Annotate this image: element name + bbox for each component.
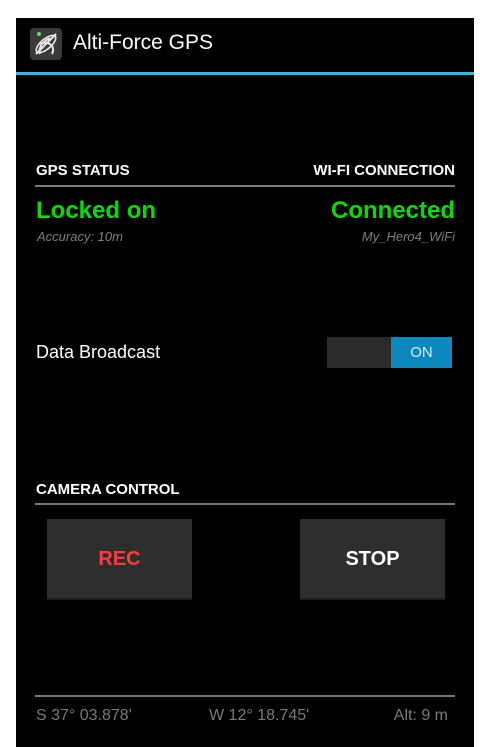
altitude-readout: Alt: 9 m xyxy=(393,707,448,724)
rec-button[interactable]: REC xyxy=(47,519,192,600)
left-edge xyxy=(16,0,22,747)
gps-status-value: Locked on xyxy=(36,197,157,224)
satellite-icon[interactable] xyxy=(30,28,62,60)
camera-divider xyxy=(35,503,455,505)
action-bar: Alti-Force GPS xyxy=(16,18,476,75)
camera-control-header: CAMERA CONTROL xyxy=(36,481,180,498)
right-margin xyxy=(474,0,480,747)
toggle-state-text: ON xyxy=(410,344,433,361)
status-divider xyxy=(35,185,455,187)
footer-divider xyxy=(35,695,455,697)
wifi-connection-header: WI-FI CONNECTION xyxy=(313,162,455,179)
action-bar-divider xyxy=(16,72,476,75)
gps-accuracy: Accuracy: 10m xyxy=(37,229,123,244)
latitude-readout: S 37° 03.878' xyxy=(36,707,132,724)
longitude-readout: W 12° 18.745' xyxy=(209,707,310,724)
data-broadcast-toggle[interactable]: ON xyxy=(327,337,452,368)
wifi-status-value: Connected xyxy=(330,197,455,224)
app-screen: Alti-Force GPS GPS STATUS WI-FI CONNECTI… xyxy=(16,0,476,747)
stop-button[interactable]: STOP xyxy=(300,519,445,600)
app-title: Alti-Force GPS xyxy=(73,31,214,54)
top-margin xyxy=(0,0,480,18)
data-broadcast-label: Data Broadcast xyxy=(36,342,161,362)
wifi-ssid: My_Hero4_WiFi xyxy=(361,229,455,244)
gps-status-header: GPS STATUS xyxy=(36,162,130,179)
